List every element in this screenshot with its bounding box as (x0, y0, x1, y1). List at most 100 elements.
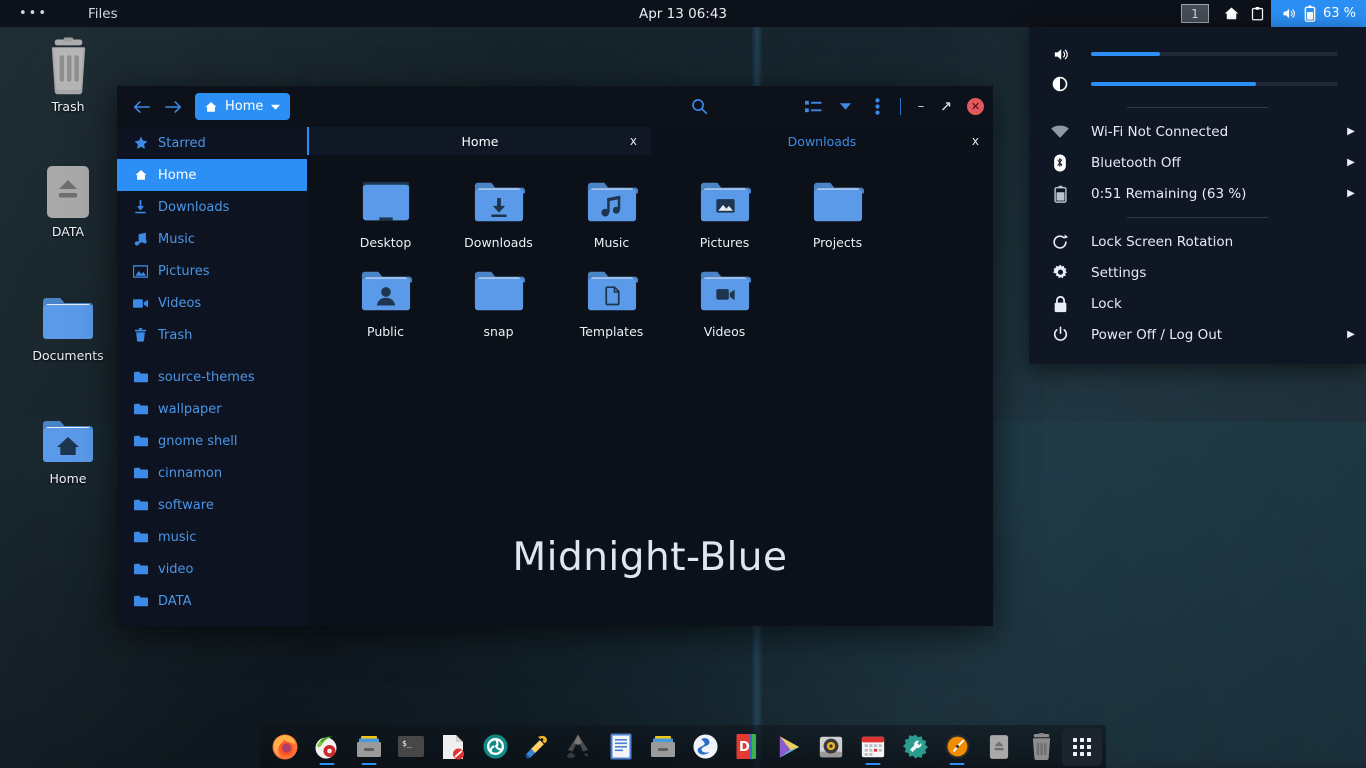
file-item-templates[interactable]: Templates (555, 258, 668, 339)
sidebar-bookmark-wallpaper[interactable]: wallpaper (117, 393, 307, 425)
desktop-icon-documents[interactable]: Documents (13, 282, 123, 363)
dock-item-firefox[interactable] (264, 725, 306, 768)
active-app-name[interactable]: Files (88, 6, 118, 22)
menu-item-wifi[interactable]: Wi-Fi Not Connected ▶ (1029, 116, 1366, 147)
gear-icon (1029, 264, 1091, 281)
dock-item-terminal[interactable]: $_ (390, 725, 432, 768)
menu-item-label: Lock (1091, 295, 1122, 312)
folder-icon (133, 435, 148, 447)
file-item-downloads[interactable]: Downloads (442, 169, 555, 250)
sidebar-item-pictures[interactable]: Pictures (117, 255, 307, 287)
dock-item-color-picker[interactable] (516, 725, 558, 768)
dock-item-usb-eject[interactable] (978, 725, 1020, 768)
volume-slider-row[interactable] (1029, 39, 1366, 69)
file-item-videos[interactable]: Videos (668, 258, 781, 339)
brightness-slider[interactable] (1091, 82, 1338, 86)
rotation-lock-icon (1029, 233, 1091, 251)
dock-item-app-grid[interactable] (1062, 727, 1102, 766)
clock-label[interactable]: Apr 13 06:43 (0, 6, 1366, 22)
dock-item-tweak-tool[interactable] (894, 725, 936, 768)
sidebar-bookmark-source-themes[interactable]: source-themes (117, 361, 307, 393)
bluetooth-icon (1029, 153, 1091, 172)
volume-icon (1280, 6, 1297, 21)
file-item-snap[interactable]: snap (442, 258, 555, 339)
sidebar-item-videos[interactable]: Videos (117, 287, 307, 319)
theme-watermark: Midnight-Blue (512, 535, 788, 580)
menu-item-battery[interactable]: 0:51 Remaining (63 %) ▶ (1029, 178, 1366, 209)
dock-item-libreoffice-writer[interactable] (600, 725, 642, 768)
sidebar-item-downloads[interactable]: Downloads (117, 191, 307, 223)
activities-dots-icon[interactable]: ••• (19, 7, 48, 20)
file-item-music[interactable]: Music (555, 169, 668, 250)
sidebar-bookmark-cinnamon[interactable]: cinnamon (117, 457, 307, 489)
folder-icon (133, 467, 148, 479)
chevron-right-icon: ▶ (1347, 157, 1355, 168)
file-item-pictures[interactable]: Pictures (668, 169, 781, 250)
sidebar-bookmark-software[interactable]: software (117, 489, 307, 521)
list-view-icon[interactable] (798, 93, 828, 121)
file-item-projects[interactable]: Projects (781, 169, 894, 250)
sidebar-item-starred[interactable]: Starred (117, 127, 307, 159)
brightness-slider-row[interactable] (1029, 69, 1366, 99)
desktop-icon-label: Trash (51, 99, 85, 114)
dock-item-shutter[interactable] (474, 725, 516, 768)
tab-close-icon[interactable]: x (972, 134, 979, 148)
dock-item-trash[interactable] (1020, 725, 1062, 768)
dock-item-file-manager-nemo[interactable] (348, 725, 390, 768)
dock-item-text-editor[interactable] (432, 725, 474, 768)
file-item-public[interactable]: Public (329, 258, 442, 339)
volume-slider[interactable] (1091, 52, 1338, 56)
desktop-icon-home[interactable]: Home (13, 405, 123, 486)
folder-download-icon (442, 169, 555, 237)
desktop-icon-trash[interactable]: Trash (13, 33, 123, 114)
menu-item-lock-screen-rotation[interactable]: Lock Screen Rotation (1029, 226, 1366, 257)
sidebar-bookmark-video[interactable]: video (117, 553, 307, 585)
dock-item-dictionary[interactable]: D (726, 725, 768, 768)
sidebar-bookmark-music[interactable]: music (117, 521, 307, 553)
maximize-button[interactable] (935, 95, 959, 119)
menu-item-settings[interactable]: Settings (1029, 257, 1366, 288)
arrow-right-icon[interactable] (158, 93, 188, 121)
folder-icon (781, 169, 894, 237)
tab-downloads[interactable]: Downloads x (651, 127, 993, 155)
path-button-home[interactable]: Home (195, 93, 291, 120)
tab-home[interactable]: Home x (307, 127, 651, 155)
search-icon[interactable] (684, 93, 714, 121)
kebab-menu-icon[interactable] (862, 93, 892, 121)
folder-icon (133, 595, 148, 607)
sidebar-item-trash[interactable]: Trash (117, 319, 307, 351)
view-chevron-down-icon[interactable] (830, 93, 860, 121)
tab-close-icon[interactable]: x (630, 134, 637, 148)
sidebar-bookmark-data[interactable]: DATA (117, 585, 307, 617)
dock-item-file-manager-nautilus[interactable] (642, 725, 684, 768)
tab-label: Home (461, 133, 499, 149)
clipboard-icon[interactable] (1245, 0, 1271, 27)
menu-item-power[interactable]: Power Off / Log Out ▶ (1029, 319, 1366, 350)
dock-item-calendar[interactable] (852, 725, 894, 768)
workspace-indicator[interactable]: 1 (1180, 4, 1209, 23)
sidebar-item-home[interactable]: Home (117, 159, 307, 191)
dock-item-gparted[interactable] (306, 725, 348, 768)
home-icon[interactable] (1219, 0, 1245, 27)
dock-item-smplayer[interactable] (684, 725, 726, 768)
headerbar-separator (900, 98, 901, 115)
desktop-icon-data[interactable]: DATA (13, 158, 123, 239)
menu-item-bluetooth[interactable]: Bluetooth Off ▶ (1029, 147, 1366, 178)
status-area[interactable]: 63 % (1270, 0, 1366, 27)
dock-item-disk-utility[interactable] (810, 725, 852, 768)
close-button[interactable]: ✕ (967, 98, 984, 115)
dock-item-media-player[interactable] (768, 725, 810, 768)
file-grid-view[interactable]: Desktop Downloads Music Pictures Project… (307, 155, 993, 626)
file-item-desktop[interactable]: Desktop (329, 169, 442, 250)
minimize-button[interactable]: – (909, 95, 933, 119)
dock: $_ D (260, 725, 1106, 768)
file-item-label: Pictures (699, 235, 750, 250)
chevron-right-icon: ▶ (1347, 329, 1355, 340)
dock-item-inkscape[interactable] (558, 725, 600, 768)
arrow-left-icon[interactable] (126, 93, 156, 121)
menu-item-lock[interactable]: Lock (1029, 288, 1366, 319)
sidebar-item-music[interactable]: Music (117, 223, 307, 255)
sidebar-bookmark-gnome-shell[interactable]: gnome shell (117, 425, 307, 457)
dock-item-clock[interactable] (936, 725, 978, 768)
desktop-icon-label: DATA (51, 224, 85, 239)
